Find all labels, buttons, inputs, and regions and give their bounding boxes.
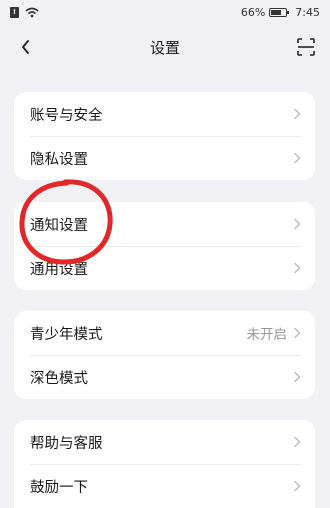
row-dark-mode[interactable]: 深色模式 <box>14 355 315 399</box>
row-teen-mode[interactable]: 青少年模式 未开启 <box>14 311 315 355</box>
chevron-right-icon <box>293 152 301 164</box>
chevron-left-icon <box>22 40 29 54</box>
scan-icon <box>297 38 315 56</box>
clock: 7:45 <box>295 5 320 19</box>
wifi-icon <box>25 7 39 17</box>
chevron-right-icon <box>293 436 301 448</box>
page-title: 设置 <box>149 38 180 57</box>
status-bar: ! 66% 7:45 <box>0 0 330 24</box>
settings-group-help: 帮助与客服 鼓励一下 <box>14 420 315 508</box>
scan-button[interactable] <box>292 33 320 61</box>
chevron-right-icon <box>293 327 301 339</box>
row-privacy-settings[interactable]: 隐私设置 <box>14 136 315 180</box>
row-label: 青少年模式 <box>30 326 103 343</box>
sim-alert-icon: ! <box>10 6 19 18</box>
row-label: 账号与安全 <box>30 107 103 124</box>
back-button[interactable] <box>12 33 40 61</box>
row-label: 深色模式 <box>30 370 88 387</box>
row-label: 隐私设置 <box>30 151 88 168</box>
nav-bar: 设置 <box>0 28 330 66</box>
battery-percent: 66% <box>240 5 266 19</box>
row-right: 未开启 <box>247 323 302 343</box>
chevron-right-icon <box>293 218 301 230</box>
battery-icon <box>269 7 290 17</box>
row-label: 鼓励一下 <box>30 479 88 496</box>
row-label: 帮助与客服 <box>30 435 103 452</box>
annotation-circle <box>19 179 113 265</box>
row-help-support[interactable]: 帮助与客服 <box>14 420 315 464</box>
row-account-security[interactable]: 账号与安全 <box>14 92 315 136</box>
chevron-right-icon <box>293 262 301 274</box>
chevron-right-icon <box>293 480 301 492</box>
teen-mode-status: 未开启 <box>246 327 288 343</box>
chevron-right-icon <box>293 371 301 383</box>
settings-group-account: 账号与安全 隐私设置 <box>14 92 315 180</box>
settings-group-mode: 青少年模式 未开启 深色模式 <box>14 311 315 399</box>
row-encourage[interactable]: 鼓励一下 <box>14 464 315 508</box>
chevron-right-icon <box>293 108 301 120</box>
